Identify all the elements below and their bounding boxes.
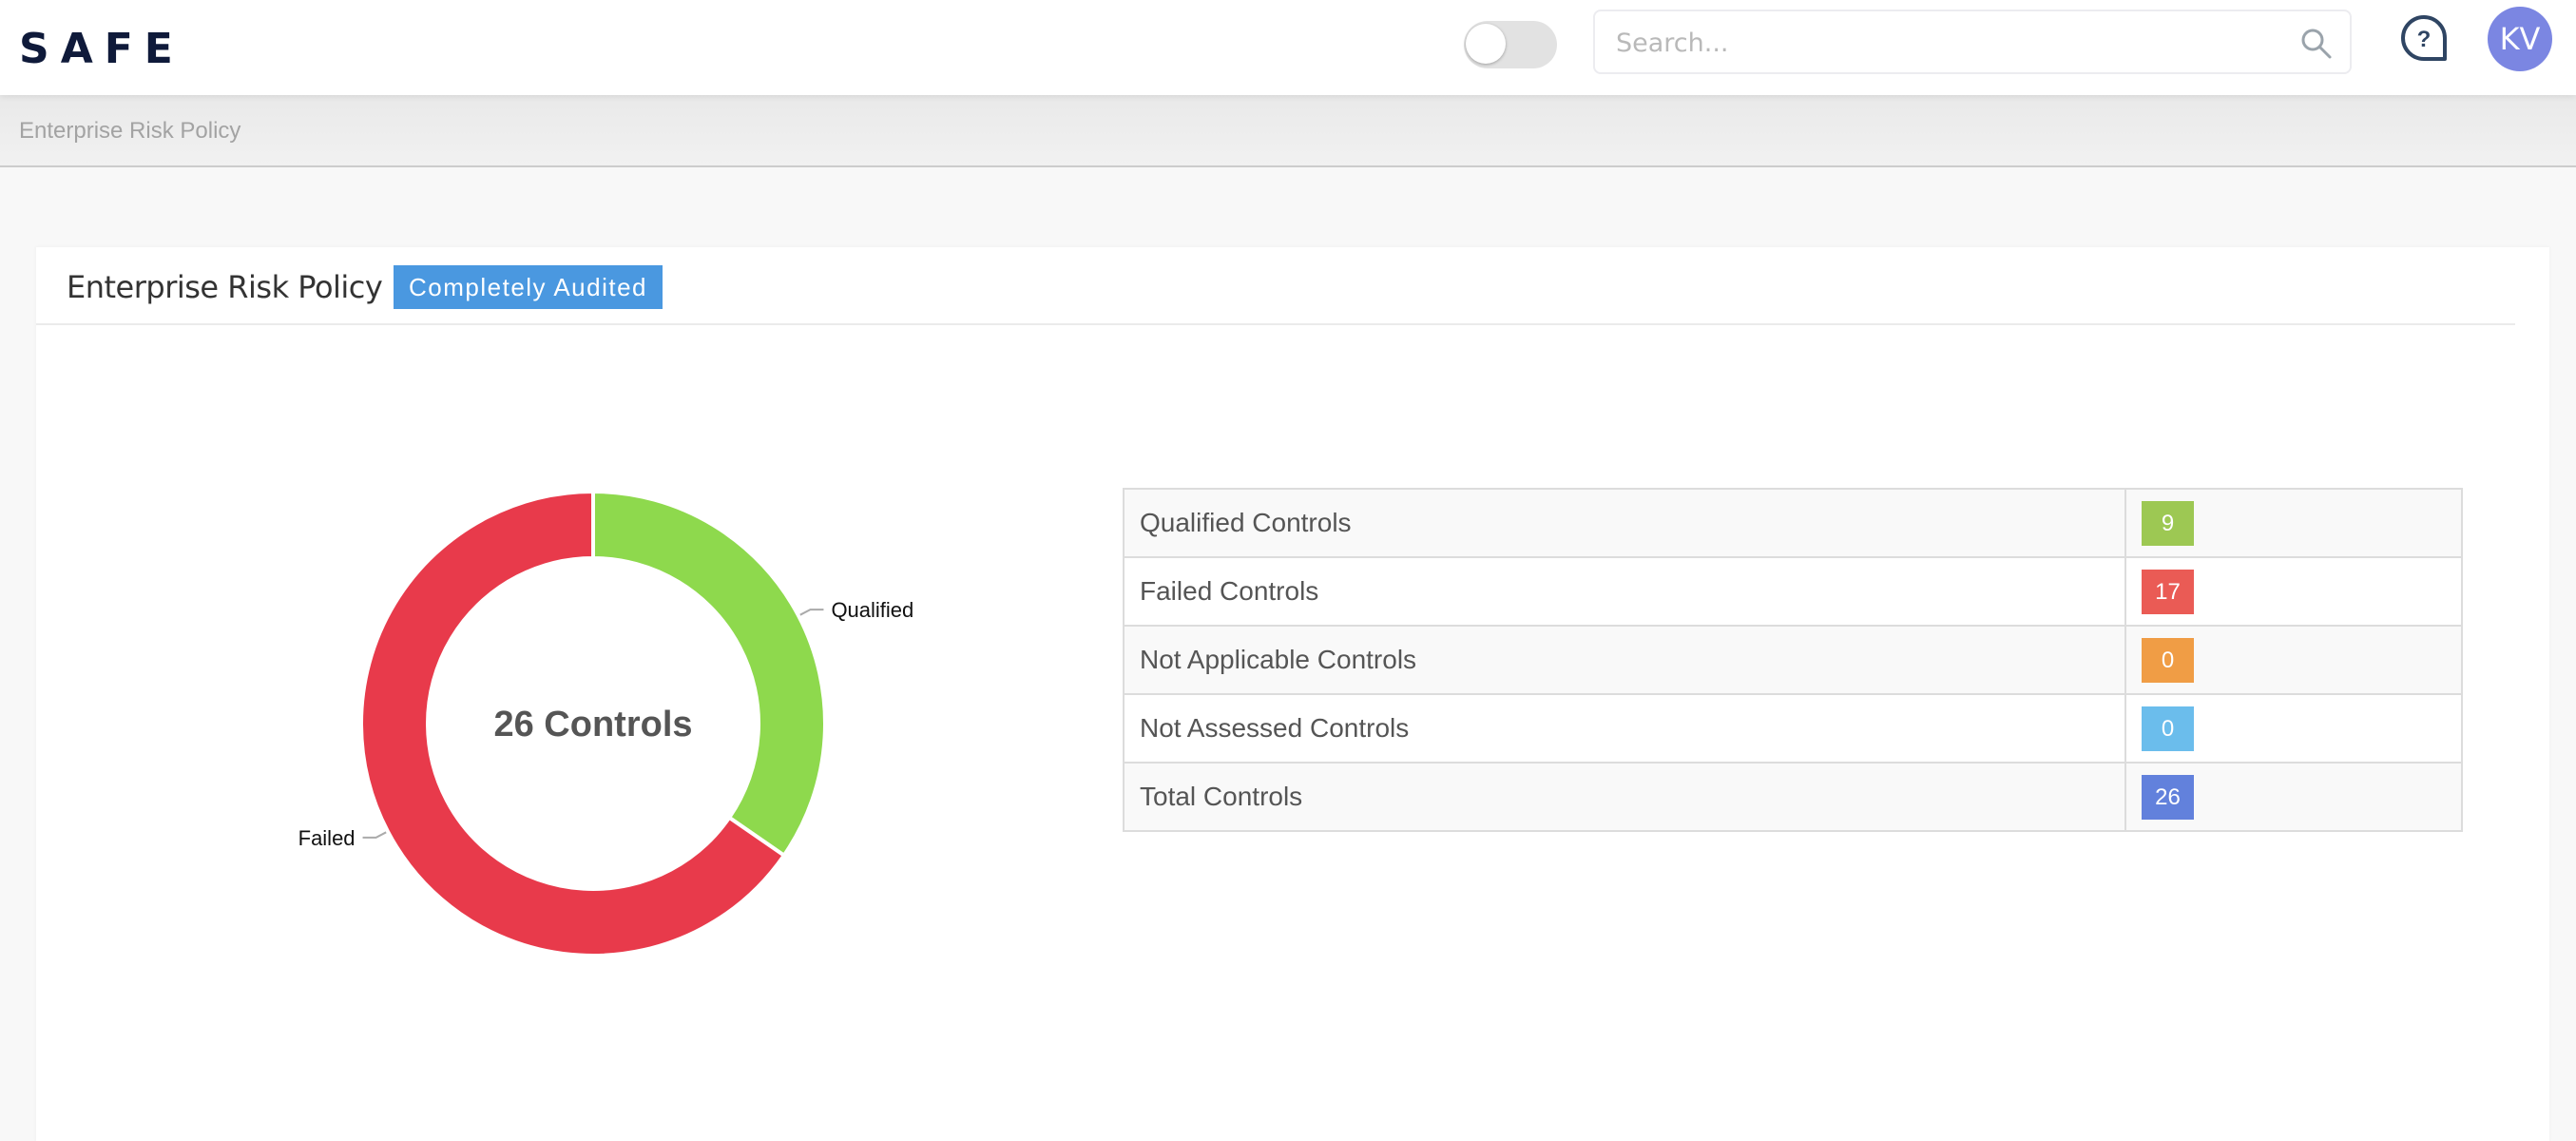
svg-text:?: ? (2417, 27, 2432, 52)
row-value-cell: 0 (2124, 693, 2463, 764)
label-connector (799, 609, 824, 616)
count-badge: 17 (2142, 569, 2194, 614)
table-row: Not Assessed Controls 0 (1123, 693, 2463, 764)
controls-summary-table: Qualified Controls 9 Failed Controls 17 Not … (1123, 488, 2463, 832)
row-value-cell: 26 (2124, 762, 2463, 832)
row-value-cell: 0 (2124, 625, 2463, 695)
count-badge: 26 (2142, 774, 2194, 820)
count-badge: 0 (2142, 637, 2194, 683)
search-box (1593, 10, 2352, 74)
donut-slice-qualified[interactable] (591, 489, 827, 859)
donut-center-label: 26 Controls (493, 705, 692, 745)
donut-label-qualified: Qualified (831, 598, 913, 622)
label-connector (362, 831, 387, 839)
donut-label-failed: Failed (298, 826, 356, 850)
count-badge: 0 (2142, 706, 2194, 751)
row-label: Failed Controls (1123, 556, 2126, 627)
safe-logo[interactable]: SAFE (19, 29, 184, 70)
row-label: Qualified Controls (1123, 488, 2126, 558)
table-row: Failed Controls 17 (1123, 556, 2463, 627)
controls-donut-chart: Qualified Failed 26 Controls (298, 489, 913, 957)
row-label: Not Assessed Controls (1123, 693, 2126, 764)
table-row: Qualified Controls 9 (1123, 488, 2463, 558)
theme-toggle[interactable] (1464, 21, 1557, 68)
breadcrumb-bar: Enterprise Risk Policy (0, 95, 2576, 167)
table-row: Total Controls 26 (1123, 762, 2463, 832)
row-value-cell: 17 (2124, 556, 2463, 627)
help-bubble-icon[interactable]: ? (2399, 13, 2449, 63)
policy-card: Enterprise Risk Policy Completely Audite… (36, 247, 2549, 1141)
row-label: Total Controls (1123, 762, 2126, 832)
table-row: Not Applicable Controls 0 (1123, 625, 2463, 695)
row-label: Not Applicable Controls (1123, 625, 2126, 695)
toggle-knob (1466, 24, 1506, 64)
search-input[interactable] (1614, 11, 2283, 74)
count-badge: 9 (2142, 500, 2194, 546)
search-icon[interactable] (2300, 28, 2333, 60)
row-value-cell: 9 (2124, 488, 2463, 558)
user-avatar[interactable]: KV (2488, 7, 2552, 71)
top-nav-bar: SAFE ? KV (0, 0, 2576, 95)
breadcrumb-item[interactable]: Enterprise Risk Policy (19, 118, 240, 145)
